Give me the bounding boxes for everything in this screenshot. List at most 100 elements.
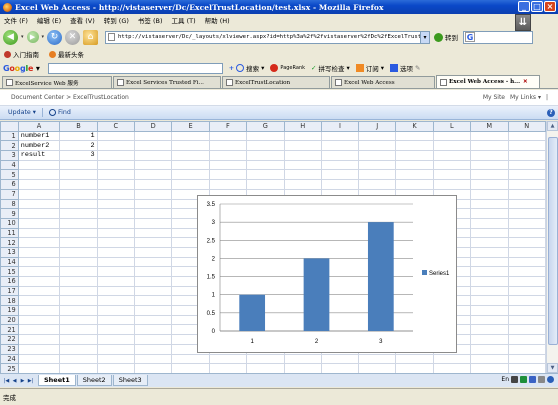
cell[interactable] xyxy=(507,217,546,229)
row-header[interactable]: 17 xyxy=(0,285,19,297)
cell[interactable] xyxy=(208,179,248,190)
cell[interactable] xyxy=(470,237,509,248)
tab-excel-web-access-active[interactable]: Excel Web Access - h... ✕ xyxy=(436,75,540,88)
cell[interactable] xyxy=(17,285,61,297)
tab-excel-services-trusted[interactable]: Excel Services Trusted Fi... xyxy=(113,76,221,88)
my-site-link[interactable]: My Site xyxy=(483,94,505,101)
row-header[interactable]: 14 xyxy=(0,256,19,268)
row-header[interactable]: 16 xyxy=(0,276,19,287)
url-text[interactable]: http://vistaserver/Dc/_layouts/xlviewer.… xyxy=(118,34,420,40)
cell[interactable] xyxy=(134,256,173,268)
back-dropdown-icon[interactable]: ▾ xyxy=(21,34,24,40)
cell[interactable] xyxy=(395,140,434,152)
cell[interactable] xyxy=(17,276,61,287)
cell[interactable] xyxy=(358,159,397,171)
cell[interactable] xyxy=(470,276,509,287)
cell[interactable] xyxy=(507,198,546,210)
cell[interactable] xyxy=(134,314,173,326)
column-header[interactable]: K xyxy=(395,121,434,132)
cell[interactable] xyxy=(96,140,136,152)
cell[interactable] xyxy=(358,130,397,142)
cell[interactable] xyxy=(96,150,136,161)
cell[interactable] xyxy=(134,305,173,316)
row-header[interactable]: 1 xyxy=(0,130,19,142)
bookmark-latest-headlines[interactable]: 最新头条 xyxy=(49,49,84,59)
cell[interactable] xyxy=(208,140,248,152)
cell[interactable] xyxy=(246,130,285,142)
cell[interactable] xyxy=(96,130,136,142)
cell[interactable] xyxy=(134,217,173,229)
cell[interactable] xyxy=(134,198,173,210)
cell[interactable] xyxy=(507,179,546,190)
cell[interactable] xyxy=(17,305,61,316)
cell[interactable] xyxy=(470,246,509,258)
column-header[interactable]: A xyxy=(17,121,61,132)
sheet-tab-sheet1[interactable]: Sheet1 xyxy=(38,375,76,386)
menu-help[interactable]: 帮助 (H) xyxy=(205,15,230,25)
cell[interactable] xyxy=(134,343,173,355)
column-header[interactable]: B xyxy=(59,121,98,132)
cell[interactable] xyxy=(134,276,173,287)
menu-go[interactable]: 转到 (G) xyxy=(104,15,129,25)
cell[interactable] xyxy=(17,217,61,229)
cell[interactable] xyxy=(59,198,98,210)
cell[interactable] xyxy=(96,305,136,316)
cell[interactable] xyxy=(134,285,173,297)
url-dropdown-icon[interactable]: ▾ xyxy=(420,31,430,43)
cell[interactable] xyxy=(246,159,285,171)
cell[interactable] xyxy=(96,256,136,268)
cell[interactable]: result xyxy=(17,150,61,161)
maximize-button[interactable]: □ xyxy=(531,1,543,12)
cell[interactable] xyxy=(96,227,136,239)
cell[interactable] xyxy=(134,169,173,181)
row-header[interactable]: 21 xyxy=(0,324,19,336)
cell[interactable] xyxy=(246,169,285,181)
cell[interactable] xyxy=(395,353,434,365)
cell[interactable] xyxy=(320,159,360,171)
column-header[interactable]: D xyxy=(134,121,173,132)
row-header[interactable]: 4 xyxy=(0,159,19,171)
cell[interactable] xyxy=(246,363,285,373)
cell[interactable] xyxy=(59,363,98,373)
row-header[interactable]: 13 xyxy=(0,246,19,258)
spellcheck-button[interactable]: ✓ 拼写检查 ▾ xyxy=(311,63,350,73)
row-header[interactable]: 10 xyxy=(0,217,19,229)
url-bar[interactable]: http://vistaserver/Dc/_layouts/xlviewer.… xyxy=(105,30,431,44)
cell[interactable] xyxy=(283,140,322,152)
bookmark-getting-started[interactable]: 入门指南 xyxy=(4,49,39,59)
cell[interactable] xyxy=(17,334,61,345)
scroll-down-icon[interactable]: ▼ xyxy=(547,363,558,373)
cell[interactable] xyxy=(96,314,136,326)
settings-icon[interactable] xyxy=(538,376,545,383)
menu-bookmarks[interactable]: 书签 (B) xyxy=(138,15,163,25)
cell[interactable] xyxy=(358,150,397,161)
help-icon[interactable]: ? xyxy=(547,109,555,117)
cell[interactable] xyxy=(59,353,98,365)
column-header[interactable]: C xyxy=(96,121,136,132)
cell[interactable] xyxy=(432,179,472,190)
cell[interactable] xyxy=(507,169,546,181)
cell[interactable] xyxy=(96,179,136,190)
pencil-icon[interactable]: ✎ xyxy=(415,64,420,72)
cell[interactable] xyxy=(320,130,360,142)
cell[interactable] xyxy=(208,353,248,365)
scroll-up-icon[interactable]: ▲ xyxy=(547,121,558,131)
cell[interactable] xyxy=(470,295,509,307)
cell[interactable] xyxy=(283,353,322,365)
cell[interactable] xyxy=(134,188,173,200)
cell[interactable] xyxy=(17,343,61,355)
cell[interactable] xyxy=(96,246,136,258)
cell[interactable] xyxy=(432,130,472,142)
cell[interactable] xyxy=(96,285,136,297)
sheet-tab-sheet3[interactable]: Sheet3 xyxy=(112,375,148,386)
cell[interactable] xyxy=(507,130,546,142)
stop-icon[interactable]: ✕ xyxy=(65,29,81,45)
cell[interactable] xyxy=(17,353,61,365)
column-header[interactable]: J xyxy=(358,121,397,132)
cell[interactable]: 1 xyxy=(59,130,98,142)
cell[interactable] xyxy=(171,140,210,152)
cell[interactable] xyxy=(283,363,322,373)
row-header[interactable]: 24 xyxy=(0,353,19,365)
cell[interactable] xyxy=(470,363,509,373)
cell[interactable] xyxy=(507,343,546,355)
